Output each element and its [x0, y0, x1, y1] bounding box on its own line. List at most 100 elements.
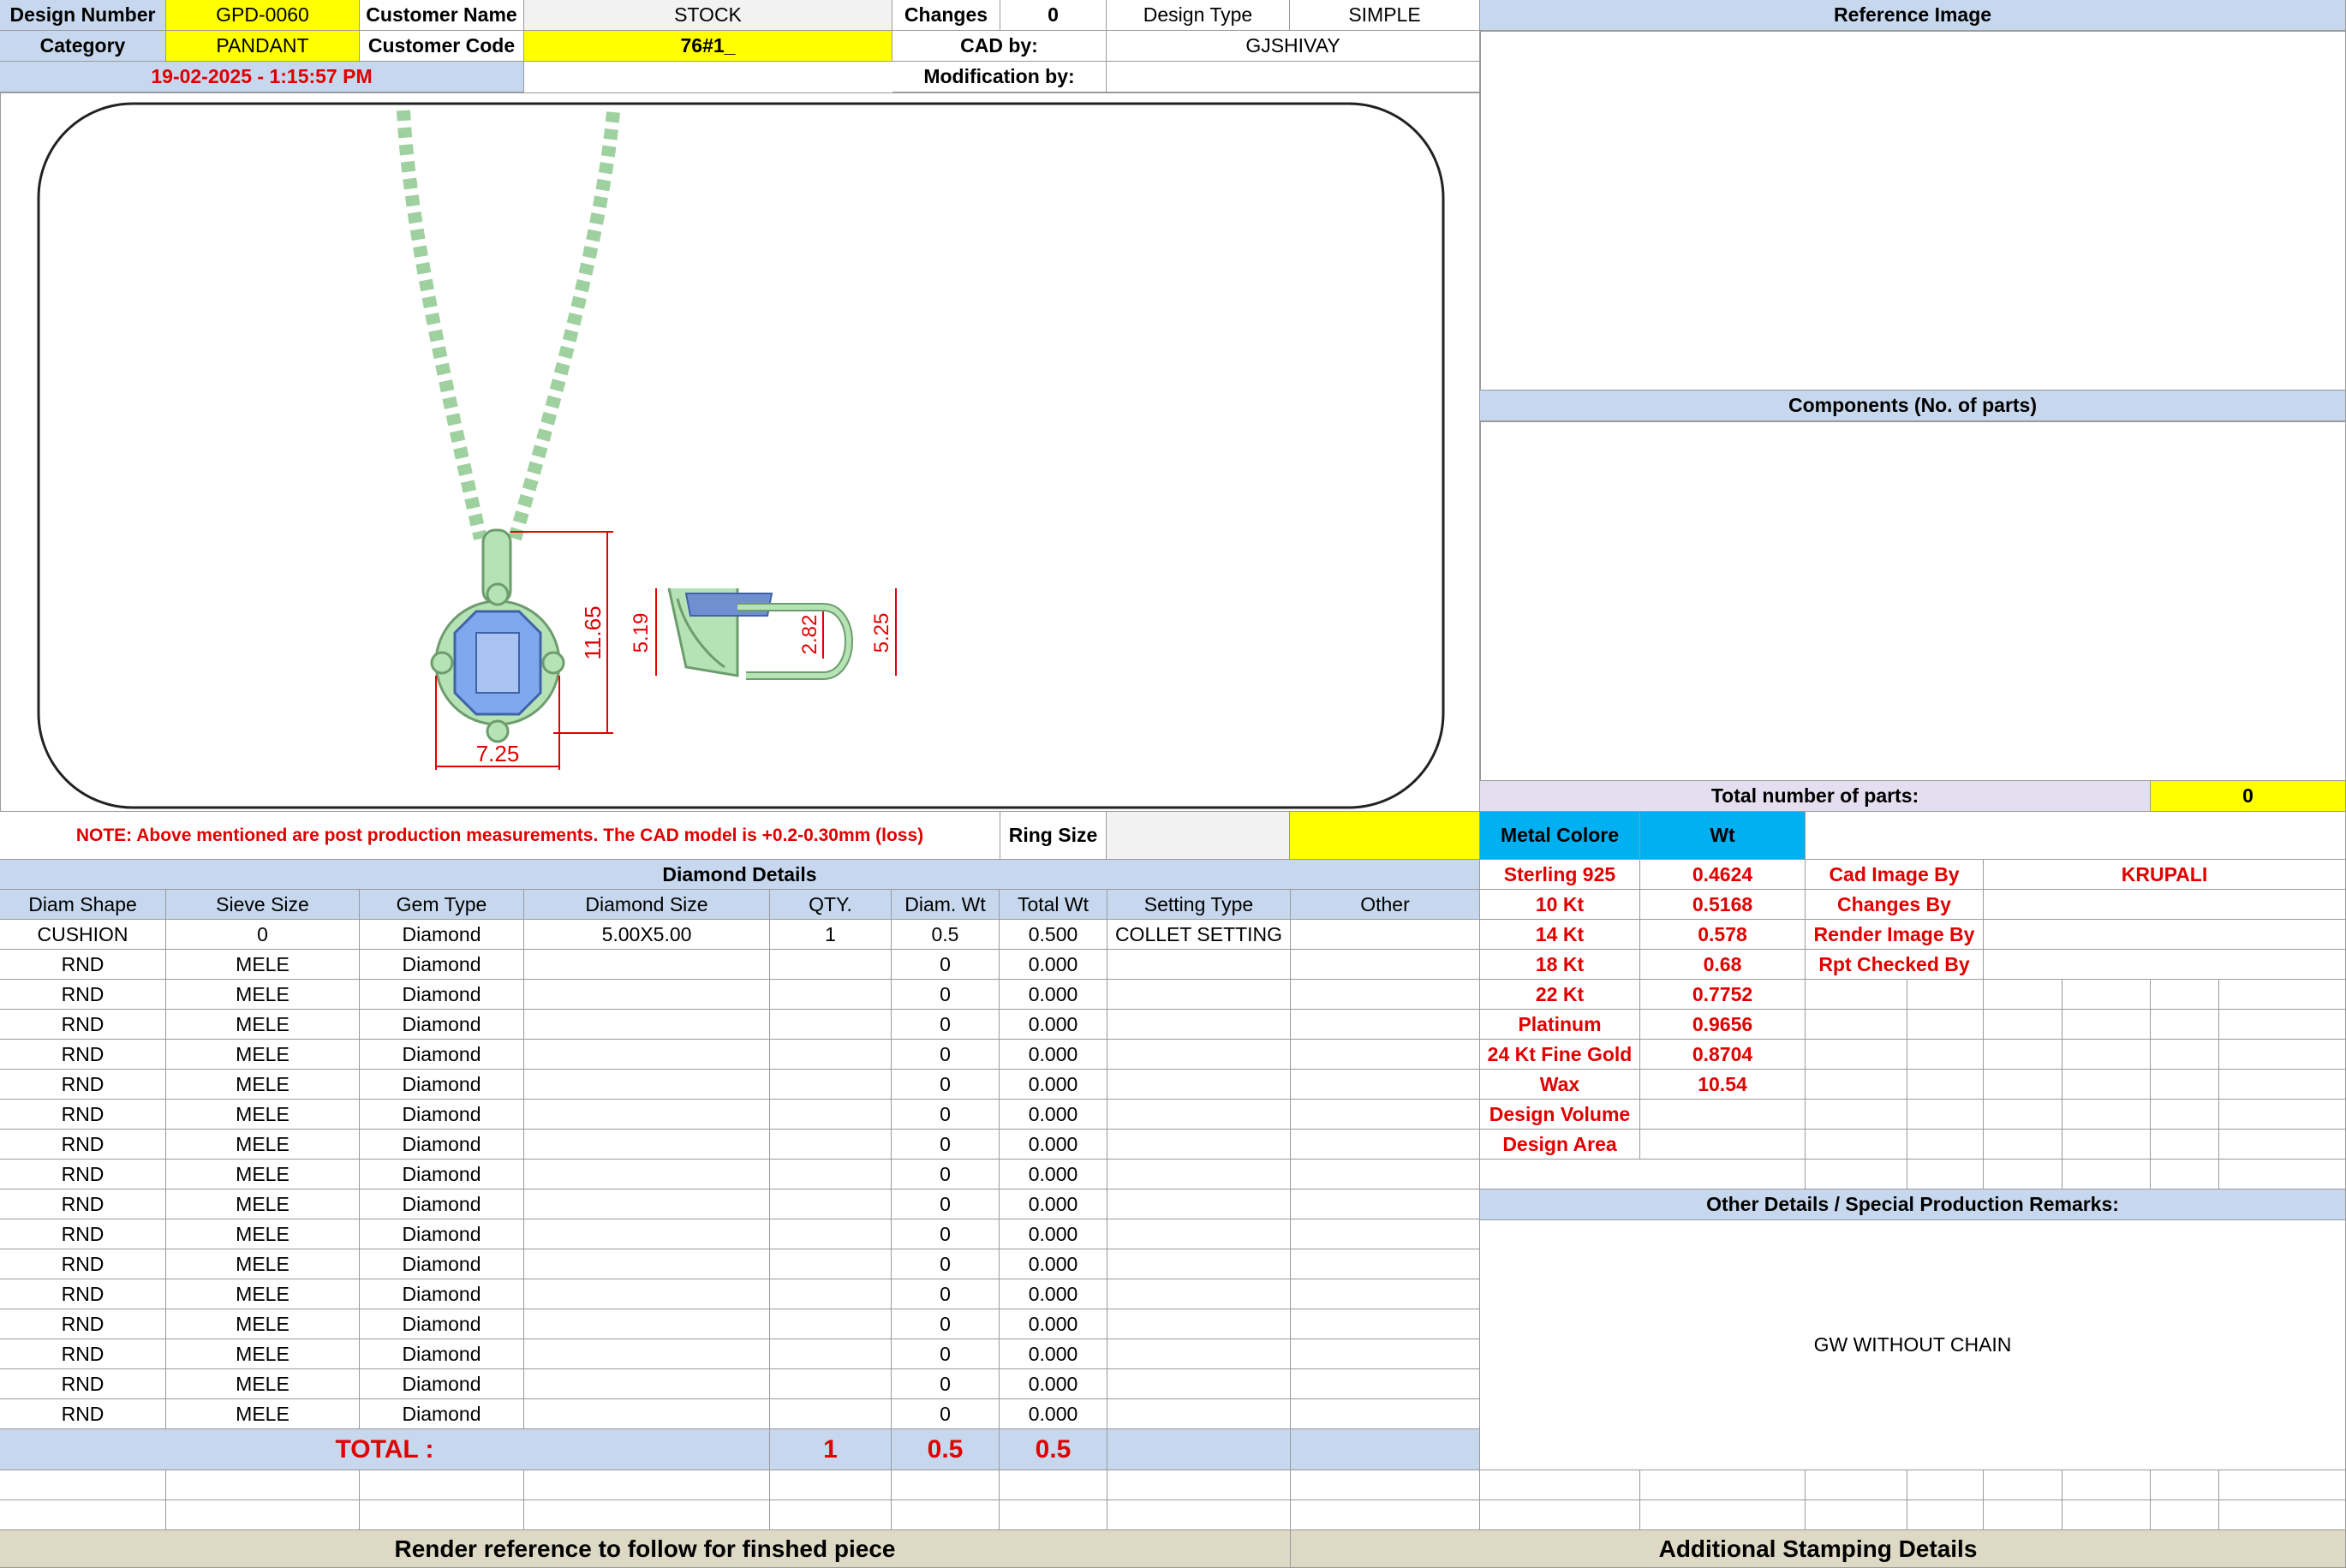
credit-grid-cell[interactable]: [2062, 980, 2151, 1010]
metal-weight[interactable]: 0.7752: [1640, 980, 1806, 1010]
blank-cell[interactable]: [2062, 1470, 2151, 1500]
diamond-cell-qty[interactable]: [770, 1279, 892, 1309]
blank-cell[interactable]: [892, 1500, 1000, 1530]
design-number-value[interactable]: GPD-0060: [166, 0, 360, 31]
diamond-cell-setting[interactable]: COLLET SETTING: [1107, 920, 1291, 950]
diamond-cell-gem[interactable]: Diamond: [360, 980, 524, 1010]
credit-grid-cell[interactable]: [1984, 1070, 2062, 1100]
diamond-cell-shape[interactable]: RND: [0, 1279, 166, 1309]
diamond-cell-setting[interactable]: [1107, 1189, 1291, 1219]
credit-grid-cell[interactable]: [2219, 1070, 2346, 1100]
diamond-cell-setting[interactable]: [1107, 1160, 1291, 1189]
blank-cell[interactable]: [1640, 1470, 1806, 1500]
blank-cell[interactable]: [1480, 1500, 1640, 1530]
diamond-cell-shape[interactable]: RND: [0, 1040, 166, 1070]
diamond-cell-gem[interactable]: Diamond: [360, 1010, 524, 1040]
blank-cell[interactable]: [1806, 1470, 1907, 1500]
credit-grid-cell[interactable]: [2151, 1130, 2219, 1160]
diamond-cell-size[interactable]: [524, 1219, 770, 1249]
diamond-cell-other[interactable]: [1291, 1189, 1480, 1219]
diamond-cell-sieve[interactable]: MELE: [166, 1339, 360, 1369]
diamond-cell-gem[interactable]: Diamond: [360, 1369, 524, 1399]
diamond-cell-gem[interactable]: Diamond: [360, 1189, 524, 1219]
ring-size-input[interactable]: [1107, 812, 1290, 860]
diamond-cell-shape[interactable]: RND: [0, 1010, 166, 1040]
diamond-cell-other[interactable]: [1291, 980, 1480, 1010]
diamond-cell-shape[interactable]: RND: [0, 1399, 166, 1429]
diamond-cell-sieve[interactable]: MELE: [166, 1189, 360, 1219]
diamond-cell-sieve[interactable]: MELE: [166, 1040, 360, 1070]
diamond-cell-qty[interactable]: [770, 1339, 892, 1369]
diamond-cell-shape[interactable]: RND: [0, 1160, 166, 1189]
diamond-cell-gem[interactable]: Diamond: [360, 1219, 524, 1249]
diamond-cell-total-wt[interactable]: 0.000: [1000, 1040, 1107, 1070]
diamond-cell-diam-wt[interactable]: 0: [892, 1219, 1000, 1249]
diamond-cell-total-wt[interactable]: 0.000: [1000, 1130, 1107, 1160]
diamond-cell-gem[interactable]: Diamond: [360, 1249, 524, 1279]
diamond-cell-qty[interactable]: [770, 1100, 892, 1130]
diamond-cell-shape[interactable]: RND: [0, 1369, 166, 1399]
blank-cell[interactable]: [2219, 1500, 2346, 1530]
blank-cell[interactable]: [1806, 1500, 1907, 1530]
diamond-cell-shape[interactable]: RND: [0, 1219, 166, 1249]
blank-cell[interactable]: [360, 1500, 524, 1530]
diamond-cell-qty[interactable]: [770, 1189, 892, 1219]
diamond-cell-total-wt[interactable]: 0.000: [1000, 980, 1107, 1010]
diamond-cell-setting[interactable]: [1107, 1100, 1291, 1130]
diamond-cell-other[interactable]: [1291, 1010, 1480, 1040]
diamond-cell-other[interactable]: [1291, 920, 1480, 950]
metal-weight[interactable]: [1640, 1100, 1806, 1130]
diamond-cell-size[interactable]: [524, 1100, 770, 1130]
metal-weight[interactable]: 0.578: [1640, 920, 1806, 950]
diamond-cell-size[interactable]: [524, 1010, 770, 1040]
diamond-cell-qty[interactable]: [770, 1309, 892, 1339]
diamond-cell-other[interactable]: [1291, 1040, 1480, 1070]
blank-cell[interactable]: [166, 1500, 360, 1530]
credit-grid-cell[interactable]: [2062, 1130, 2151, 1160]
credit-grid-cell[interactable]: [2219, 1130, 2346, 1160]
credit-grid-cell[interactable]: [1907, 1100, 1984, 1130]
metal-weight[interactable]: 0.68: [1640, 950, 1806, 980]
credit-grid-cell[interactable]: [1984, 1010, 2062, 1040]
metal-weight[interactable]: [1640, 1130, 1806, 1160]
diamond-cell-setting[interactable]: [1107, 1010, 1291, 1040]
credit-grid-cell[interactable]: [2219, 1010, 2346, 1040]
diamond-cell-gem[interactable]: Diamond: [360, 1100, 524, 1130]
diamond-cell-other[interactable]: [1291, 1309, 1480, 1339]
credit-grid-cell[interactable]: [2151, 980, 2219, 1010]
blank-cell[interactable]: [1480, 1470, 1640, 1500]
diamond-cell-setting[interactable]: [1107, 1249, 1291, 1279]
diamond-cell-total-wt[interactable]: 0.000: [1000, 1010, 1107, 1040]
diamond-cell-sieve[interactable]: MELE: [166, 1160, 360, 1189]
credit-grid-cell[interactable]: [2062, 1100, 2151, 1130]
credit-grid-cell[interactable]: [2219, 1100, 2346, 1130]
blank-cell[interactable]: [1984, 1500, 2062, 1530]
ring-size-value[interactable]: [1290, 812, 1480, 860]
diamond-cell-sieve[interactable]: 0: [166, 920, 360, 950]
diamond-cell-qty[interactable]: [770, 980, 892, 1010]
blank-cell[interactable]: [166, 1470, 360, 1500]
blank-cell[interactable]: [1000, 1470, 1107, 1500]
diamond-cell-shape[interactable]: RND: [0, 1130, 166, 1160]
diamond-cell-total-wt[interactable]: 0.000: [1000, 1219, 1107, 1249]
diamond-cell-total-wt[interactable]: 0.000: [1000, 1070, 1107, 1100]
diamond-cell-other[interactable]: [1291, 1279, 1480, 1309]
diamond-cell-shape[interactable]: RND: [0, 1070, 166, 1100]
diamond-cell-size[interactable]: [524, 980, 770, 1010]
diamond-cell-diam-wt[interactable]: 0: [892, 1189, 1000, 1219]
diamond-cell-sieve[interactable]: MELE: [166, 1309, 360, 1339]
diamond-cell-diam-wt[interactable]: 0: [892, 1010, 1000, 1040]
credit-grid-cell[interactable]: [1907, 1040, 1984, 1070]
blank-cell[interactable]: [770, 1470, 892, 1500]
credit-grid-cell[interactable]: [1984, 1160, 2062, 1189]
remarks-text[interactable]: GW WITHOUT CHAIN: [1480, 1220, 2346, 1470]
credit-grid-cell[interactable]: [1806, 1070, 1907, 1100]
credit-grid-cell[interactable]: [1907, 1130, 1984, 1160]
diamond-cell-setting[interactable]: [1107, 1399, 1291, 1429]
diamond-cell-other[interactable]: [1291, 1100, 1480, 1130]
diamond-cell-setting[interactable]: [1107, 980, 1291, 1010]
diamond-cell-other[interactable]: [1291, 1399, 1480, 1429]
diamond-cell-total-wt[interactable]: 0.000: [1000, 1100, 1107, 1130]
blank-cell[interactable]: [1907, 1500, 1984, 1530]
diamond-cell-shape[interactable]: RND: [0, 1189, 166, 1219]
